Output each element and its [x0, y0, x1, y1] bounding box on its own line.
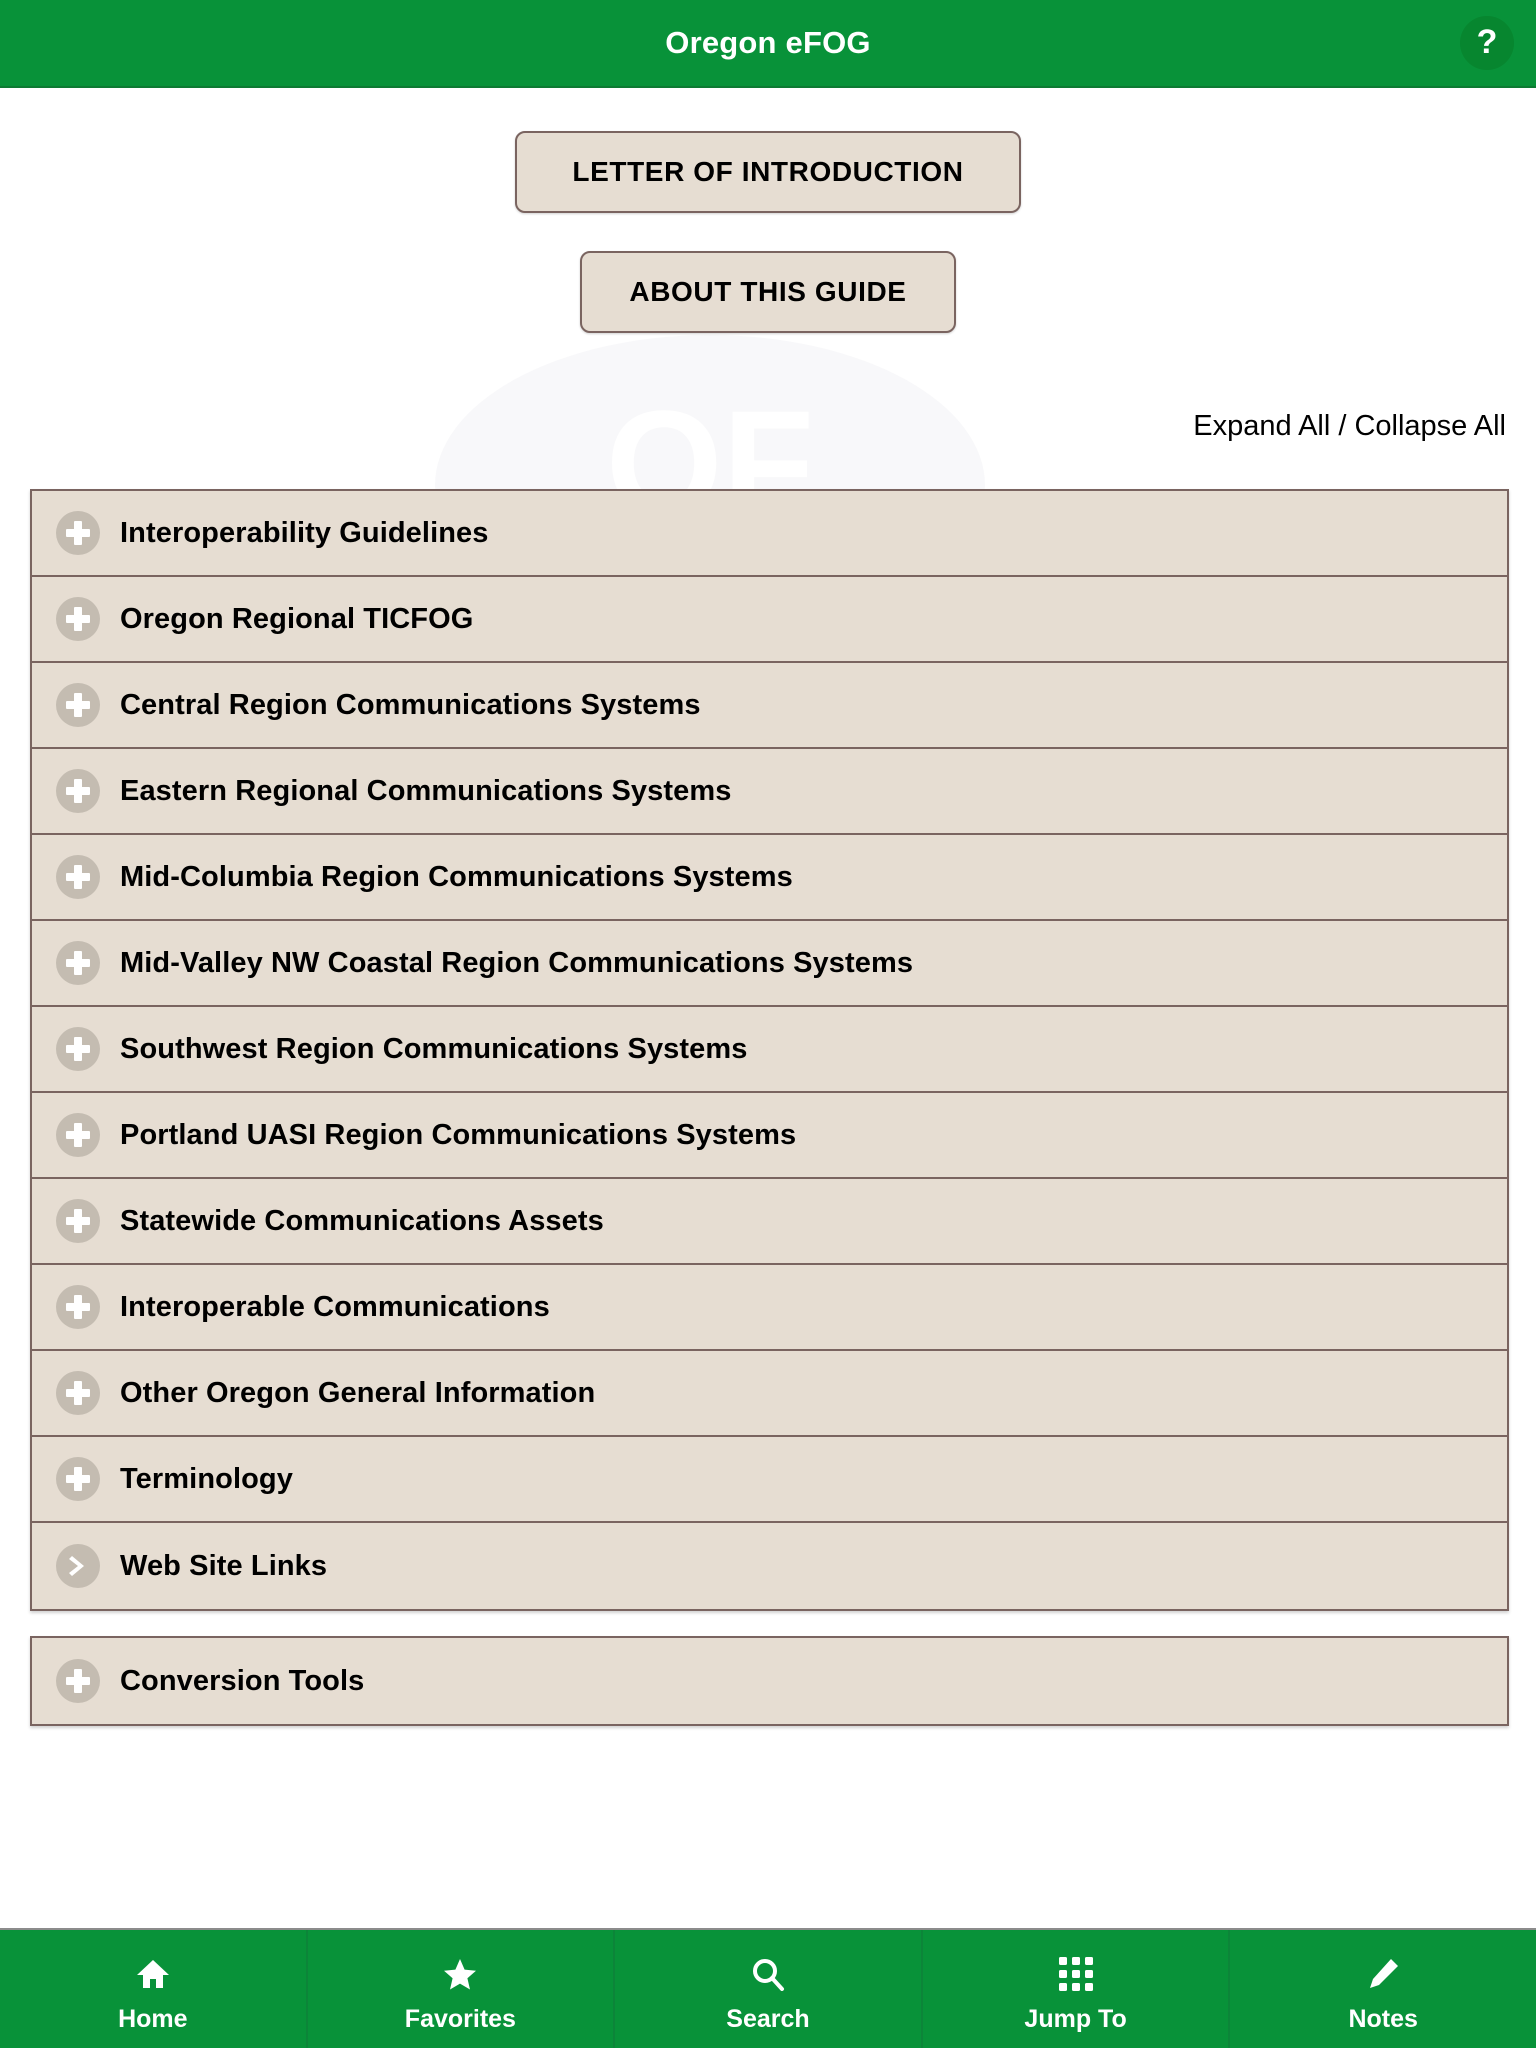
page-title: Oregon eFOG — [665, 25, 871, 60]
accordion-row-label: Interoperability Guidelines — [120, 516, 489, 549]
accordion-row-label: Mid-Columbia Region Communications Syste… — [120, 860, 793, 893]
top-buttons-area: LETTER OF INTRODUCTION ABOUT THIS GUIDE — [0, 88, 1536, 333]
accordion-row[interactable]: Mid-Columbia Region Communications Syste… — [32, 835, 1507, 921]
accordion-row-label: Oregon Regional TICFOG — [120, 602, 474, 635]
home-icon — [130, 1951, 176, 1997]
plus-icon — [56, 1371, 100, 1415]
plus-icon — [56, 1659, 100, 1703]
accordion-row[interactable]: Interoperable Communications — [32, 1265, 1507, 1351]
accordion-row-label: Statewide Communications Assets — [120, 1204, 604, 1237]
accordion-row[interactable]: Statewide Communications Assets — [32, 1179, 1507, 1265]
accordion-row-label: Portland UASI Region Communications Syst… — [120, 1118, 797, 1151]
expand-collapse-row: Expand All / Collapse All — [1193, 410, 1506, 443]
tab-label: Search — [726, 2004, 810, 2033]
accordion-row[interactable]: Other Oregon General Information — [32, 1351, 1507, 1437]
plus-icon — [56, 597, 100, 641]
accordion-row[interactable]: Mid-Valley NW Coastal Region Communicati… — [32, 921, 1507, 1007]
tools-accordion-group: Conversion Tools — [30, 1636, 1509, 1726]
tab-favorites[interactable]: Favorites — [308, 1930, 616, 2048]
plus-icon — [56, 855, 100, 899]
accordion-row-label: Southwest Region Communications Systems — [120, 1032, 748, 1065]
app-header: Oregon eFOG ? — [0, 0, 1536, 88]
chevron-right-icon — [56, 1544, 100, 1588]
plus-icon — [56, 1199, 100, 1243]
accordion-row[interactable]: Oregon Regional TICFOG — [32, 577, 1507, 663]
plus-icon — [56, 941, 100, 985]
tab-label: Notes — [1348, 2004, 1418, 2033]
tab-label: Favorites — [404, 2004, 516, 2033]
plus-icon — [56, 683, 100, 727]
accordion-row-label: Interoperable Communications — [120, 1290, 550, 1323]
tab-notes[interactable]: Notes — [1230, 1930, 1536, 2048]
grid-icon-dots — [1058, 1956, 1093, 1991]
help-icon[interactable]: ? — [1460, 16, 1514, 70]
accordion-row[interactable]: Eastern Regional Communications Systems — [32, 749, 1507, 835]
accordion-row-label: Eastern Regional Communications Systems — [120, 774, 732, 807]
tab-jump-to[interactable]: Jump To — [923, 1930, 1231, 2048]
plus-icon — [56, 1285, 100, 1329]
tab-label: Home — [118, 2004, 188, 2033]
plus-icon — [56, 1027, 100, 1071]
accordion-row-label: Central Region Communications Systems — [120, 688, 701, 721]
bottom-tab-bar: Home Favorites Search Jump To Notes — [0, 1928, 1536, 2048]
accordion-row-label: Other Oregon General Information — [120, 1376, 596, 1409]
plus-icon — [56, 769, 100, 813]
accordion-row-label: Web Site Links — [120, 1549, 328, 1582]
accordion-row[interactable]: Interoperability Guidelines — [32, 491, 1507, 577]
accordion-row[interactable]: Conversion Tools — [32, 1638, 1507, 1724]
main-accordion-group: Interoperability Guidelines Oregon Region… — [30, 489, 1509, 1611]
tab-label: Jump To — [1024, 2004, 1127, 2033]
accordion-row[interactable]: Terminology — [32, 1437, 1507, 1523]
help-icon-glyph: ? — [1476, 23, 1498, 61]
accordion-row[interactable]: Central Region Communications Systems — [32, 663, 1507, 749]
accordion-row[interactable]: Southwest Region Communications Systems — [32, 1007, 1507, 1093]
pencil-icon — [1360, 1951, 1406, 1997]
plus-icon — [56, 511, 100, 555]
star-icon — [437, 1951, 483, 1997]
grid-icon — [1053, 1951, 1099, 1997]
accordion-row[interactable]: Portland UASI Region Communications Syst… — [32, 1093, 1507, 1179]
accordion-row-label: Terminology — [120, 1462, 293, 1495]
letter-of-introduction-button[interactable]: LETTER OF INTRODUCTION — [515, 131, 1021, 213]
accordion-row-label: Mid-Valley NW Coastal Region Communicati… — [120, 946, 914, 979]
accordion-row-label: Conversion Tools — [120, 1664, 365, 1697]
search-icon — [745, 1951, 791, 1997]
plus-icon — [56, 1113, 100, 1157]
accordion-row[interactable]: Web Site Links — [32, 1523, 1507, 1609]
tab-search[interactable]: Search — [615, 1930, 923, 2048]
plus-icon — [56, 1457, 100, 1501]
tab-home[interactable]: Home — [0, 1930, 308, 2048]
expand-collapse-all-link[interactable]: Expand All / Collapse All — [1193, 410, 1506, 442]
about-this-guide-button[interactable]: ABOUT THIS GUIDE — [580, 251, 956, 333]
app-root: OF Oregon eFOG ? LETTER OF INTRODUCTION … — [0, 0, 1536, 2048]
